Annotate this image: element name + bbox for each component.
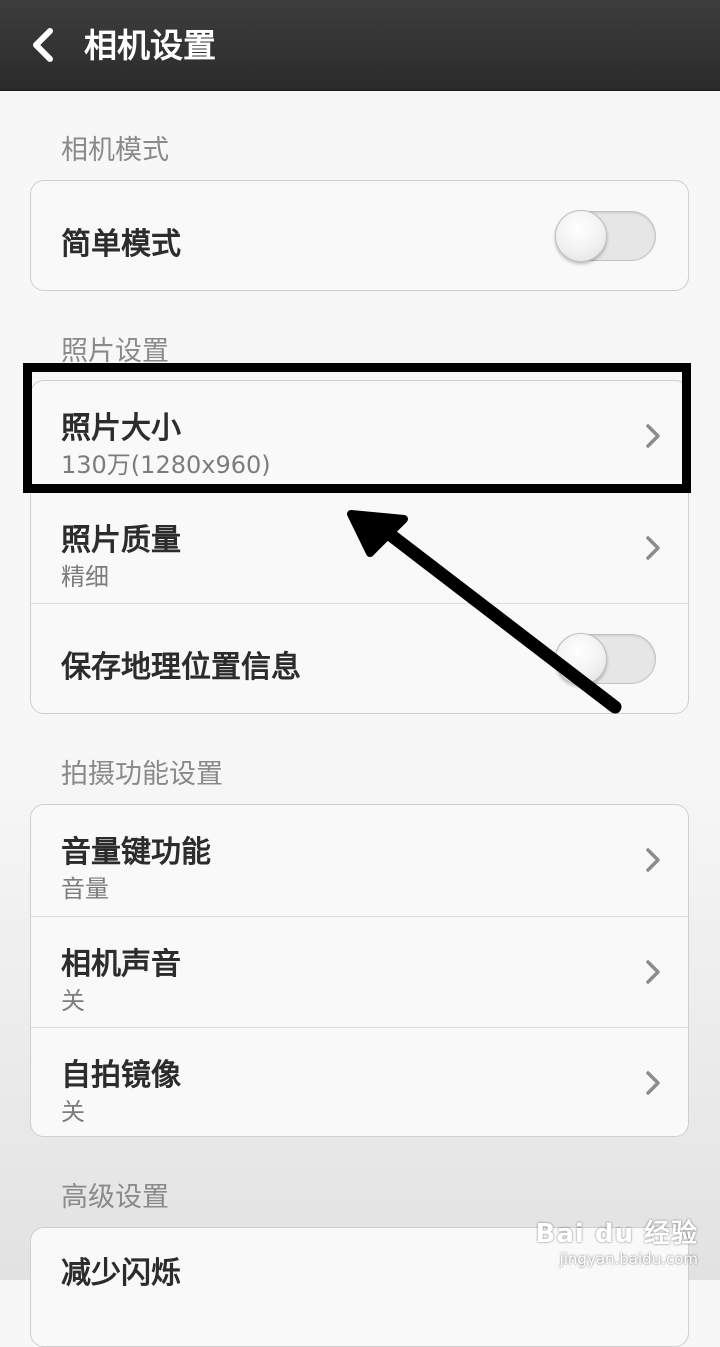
page-title: 相机设置 xyxy=(84,26,216,65)
row-title: 自拍镜像 xyxy=(61,1058,181,1093)
row-title: 照片质量 xyxy=(61,523,181,558)
section-label-camera-mode: 相机模式 xyxy=(61,135,169,166)
row-value: 精细 xyxy=(61,563,109,591)
app-header: 相机设置 xyxy=(0,0,720,91)
row-title: 相机声音 xyxy=(61,947,181,982)
row-title: 减少闪烁 xyxy=(61,1256,181,1291)
simple-mode-toggle[interactable] xyxy=(555,210,656,262)
row-photo-size[interactable]: 照片大小 130万(1280x960) xyxy=(31,381,688,492)
baidu-jingyan-watermark: Bai du 经验 jingyan.baidu.com xyxy=(536,1213,699,1268)
section-label-photo: 照片设置 xyxy=(61,336,169,367)
toggle-knob xyxy=(555,633,607,685)
chevron-right-icon xyxy=(646,536,660,560)
section-label-advanced: 高级设置 xyxy=(61,1182,169,1213)
row-value: 关 xyxy=(61,1098,85,1126)
section-label-shooting: 拍摄功能设置 xyxy=(61,759,223,790)
chevron-right-icon xyxy=(646,960,660,984)
watermark-url: jingyan.baidu.com xyxy=(559,1250,698,1268)
row-simple-mode[interactable]: 简单模式 xyxy=(31,181,688,290)
row-photo-quality[interactable]: 照片质量 精细 xyxy=(31,492,688,603)
chevron-right-icon xyxy=(646,424,660,448)
toggle-knob xyxy=(555,210,607,262)
row-value: 130万(1280x960) xyxy=(61,451,271,479)
chevron-right-icon xyxy=(646,1071,660,1095)
row-title: 照片大小 xyxy=(61,411,181,446)
watermark-brand: Bai du 经验 xyxy=(535,1219,698,1249)
row-value: 关 xyxy=(61,987,85,1015)
card-photo: 照片大小 130万(1280x960) 照片质量 精细 保存地理位置信息 xyxy=(30,380,689,714)
row-title: 保存地理位置信息 xyxy=(61,650,301,685)
row-save-location[interactable]: 保存地理位置信息 xyxy=(31,603,688,713)
row-volume-key[interactable]: 音量键功能 音量 xyxy=(31,805,688,916)
row-value: 音量 xyxy=(61,875,109,903)
chevron-right-icon xyxy=(646,848,660,872)
row-title: 简单模式 xyxy=(61,227,181,262)
save-location-toggle[interactable] xyxy=(555,633,656,685)
row-title: 音量键功能 xyxy=(61,835,211,870)
card-shooting: 音量键功能 音量 相机声音 关 自拍镜像 关 xyxy=(30,804,689,1137)
back-chevron-icon[interactable] xyxy=(28,27,58,63)
row-selfie-mirror[interactable]: 自拍镜像 关 xyxy=(31,1027,688,1136)
row-camera-sound[interactable]: 相机声音 关 xyxy=(31,916,688,1027)
card-camera-mode: 简单模式 xyxy=(30,180,689,291)
